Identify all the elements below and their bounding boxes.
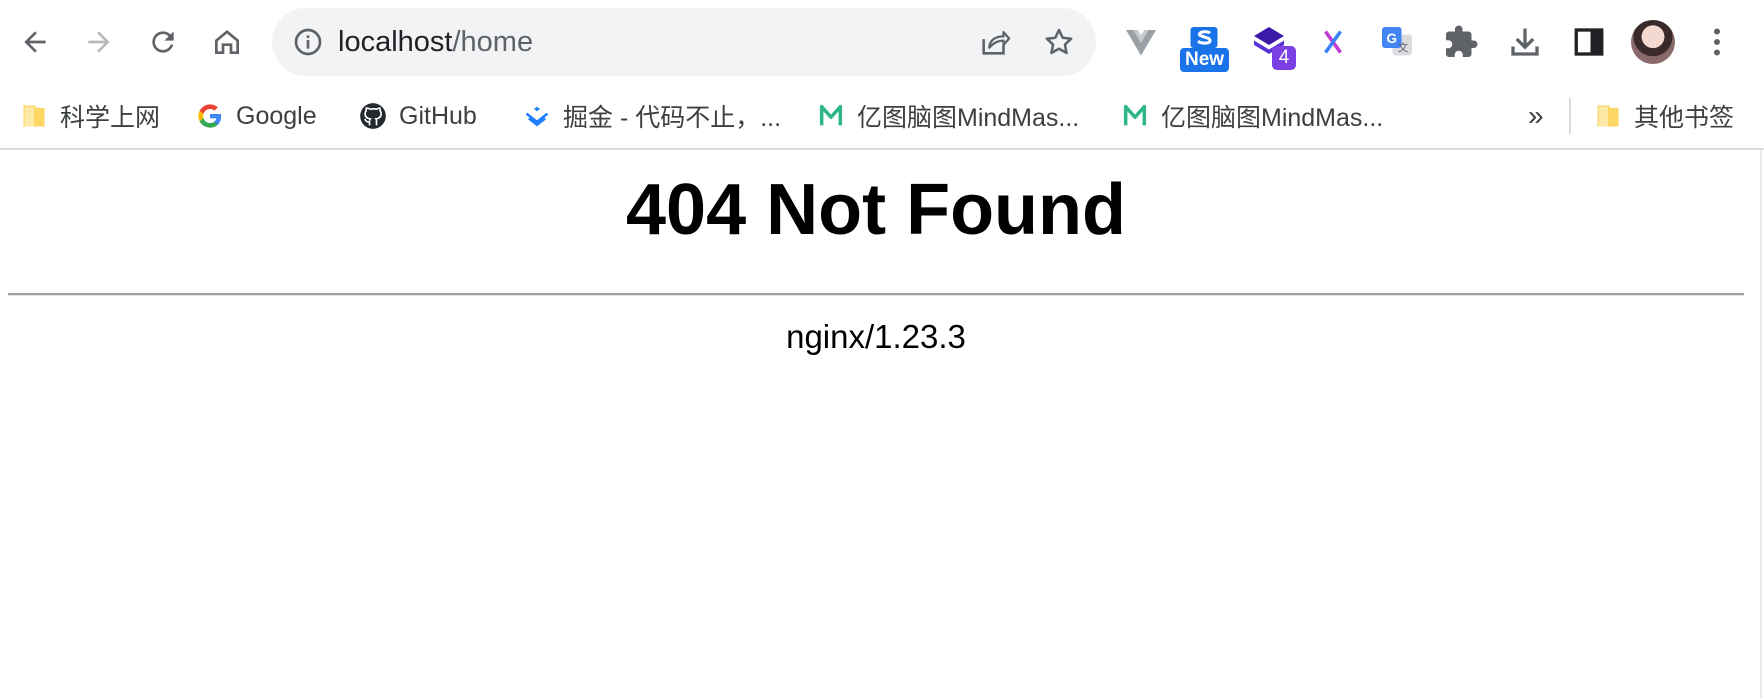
vue-devtools-extension[interactable] xyxy=(1119,20,1163,64)
url-path: /home xyxy=(452,26,534,58)
bookmark-item[interactable]: 掘金 - 代码不止，... xyxy=(523,96,781,136)
home-icon xyxy=(215,30,239,54)
url-text[interactable]: localhost/home xyxy=(338,8,533,76)
svg-text:G: G xyxy=(1386,31,1397,46)
share-icon[interactable] xyxy=(978,25,1012,59)
bookmark-item[interactable]: Google xyxy=(196,96,317,136)
juejin-icon xyxy=(523,102,551,130)
bookmark-item[interactable]: 亿图脑图MindMas... xyxy=(1121,96,1383,136)
home-button[interactable] xyxy=(203,18,251,66)
vue-devtools-icon xyxy=(1126,30,1156,56)
reload-button[interactable] xyxy=(139,18,187,66)
bookmarks-bar: 科学上网 Google GitHub 掘金 - 代码不止，... 亿图脑图Min… xyxy=(0,84,1764,150)
bookmark-label: GitHub xyxy=(399,101,477,130)
mindmaster-icon xyxy=(817,102,845,130)
bookmark-item[interactable]: 亿图脑图MindMas... xyxy=(817,96,1079,136)
url-host: localhost xyxy=(338,26,453,58)
profile-avatar[interactable] xyxy=(1631,20,1675,64)
folder-icon xyxy=(1594,102,1622,130)
address-bar[interactable]: localhost/home xyxy=(272,8,1096,76)
forward-button[interactable] xyxy=(75,18,123,66)
browser-toolbar: localhost/home New 4 G文 xyxy=(0,0,1764,84)
bookmark-item[interactable]: GitHub xyxy=(359,96,477,136)
github-icon xyxy=(359,102,387,130)
bookmark-label: 亿图脑图MindMas... xyxy=(857,104,1080,132)
bookmark-item[interactable]: 科学上网 xyxy=(20,96,160,136)
other-bookmarks-label: 其他书签 xyxy=(1634,104,1735,132)
server-signature: nginx/1.23.3 xyxy=(786,318,966,355)
kebab-menu-icon xyxy=(1714,28,1720,56)
side-panel-icon xyxy=(1574,28,1604,56)
bookmark-label: 亿图脑图MindMas... xyxy=(1161,104,1384,132)
reload-icon xyxy=(152,31,174,53)
count-badge: 4 xyxy=(1272,46,1296,70)
downloads-button[interactable] xyxy=(1503,20,1547,64)
bookmark-star-icon[interactable] xyxy=(1042,25,1076,59)
x-extension[interactable] xyxy=(1311,20,1355,64)
side-panel-button[interactable] xyxy=(1567,20,1611,64)
error-title: 404 Not Found xyxy=(626,170,1126,250)
bookmark-label: Google xyxy=(236,101,317,130)
bookmarks-overflow-button[interactable]: » xyxy=(1528,96,1544,136)
browser-menu-button[interactable] xyxy=(1695,20,1739,64)
google-icon xyxy=(196,102,224,130)
site-info-icon[interactable] xyxy=(292,26,324,58)
google-translate-extension[interactable]: G文 xyxy=(1375,20,1419,64)
back-button[interactable] xyxy=(11,18,59,66)
back-arrow-icon xyxy=(24,31,46,53)
mindmaster-icon xyxy=(1121,102,1149,130)
bookmarks-divider xyxy=(1569,98,1571,134)
svg-text:文: 文 xyxy=(1398,41,1409,54)
bookmark-label: 掘金 - 代码不止，... xyxy=(563,104,782,132)
folder-icon xyxy=(20,102,48,130)
forward-arrow-icon xyxy=(88,31,110,53)
horizontal-rule xyxy=(8,293,1744,296)
google-translate-icon: G文 xyxy=(1382,27,1412,56)
download-icon xyxy=(1511,28,1539,56)
bookmark-label: 科学上网 xyxy=(60,104,161,132)
extensions-button[interactable] xyxy=(1439,20,1483,64)
x-extension-icon xyxy=(1324,30,1342,54)
other-bookmarks[interactable]: 其他书签 xyxy=(1594,96,1734,136)
new-badge: New xyxy=(1180,48,1230,72)
puzzle-icon xyxy=(1446,25,1478,57)
scrollbar-edge xyxy=(1760,150,1762,698)
